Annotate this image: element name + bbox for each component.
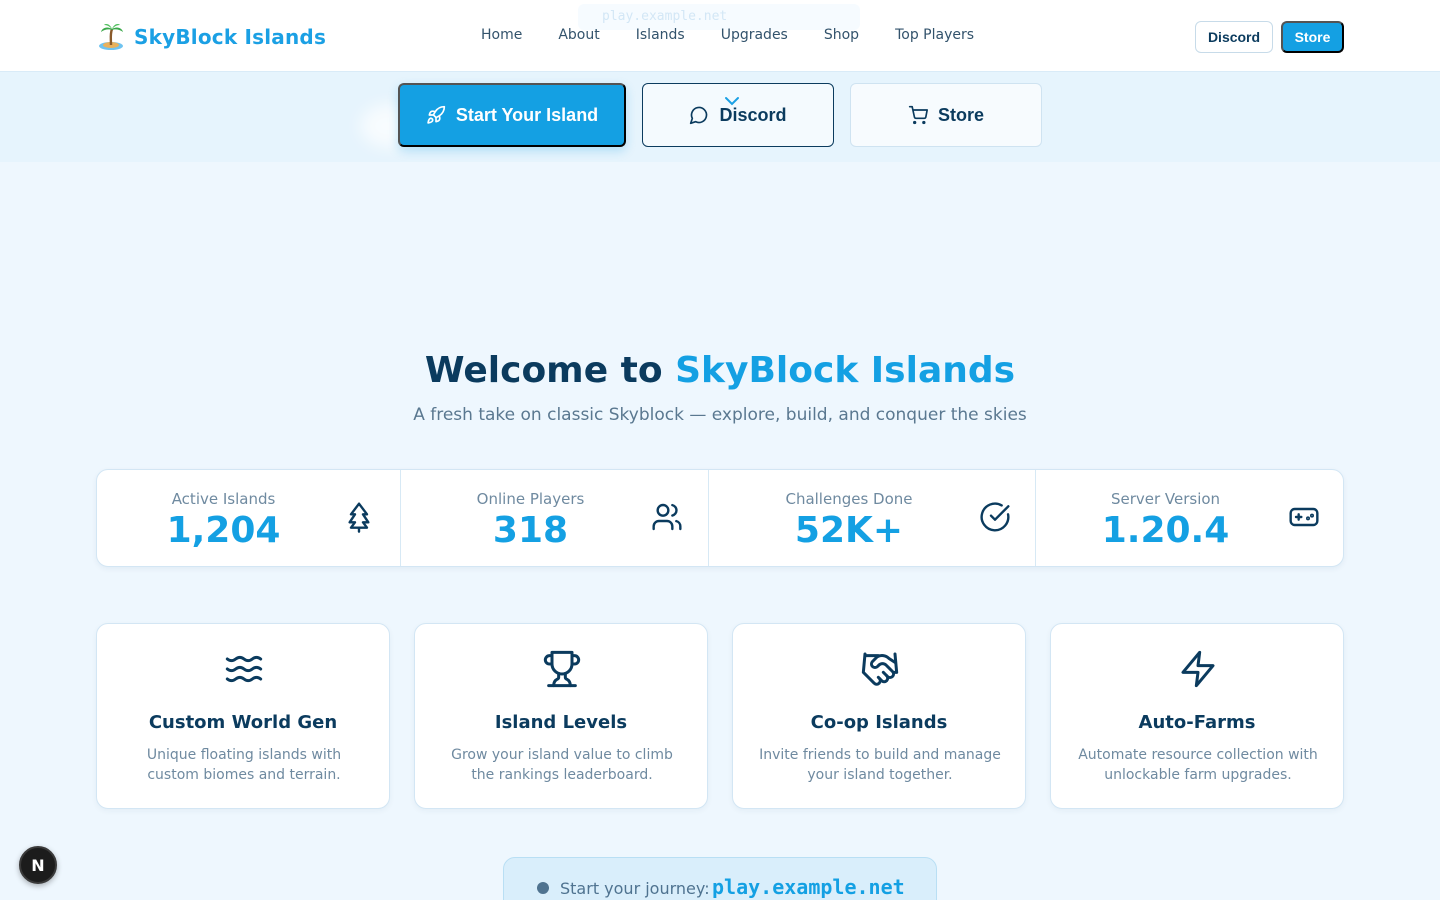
feature-title: Island Levels (494, 712, 628, 733)
welcome-prefix: Welcome to (424, 350, 676, 391)
hero-discord-label: Discord (719, 104, 787, 125)
feature-card-island-levels: Island Levels Grow your island value to … (414, 623, 708, 809)
server-address-bar[interactable]: Start your journey: play.example.net (503, 857, 937, 900)
start-island-label: Start Your Island (455, 104, 599, 125)
feature-description: Automate resource collection with unlock… (1078, 747, 1318, 783)
rocket-icon (427, 105, 445, 124)
welcome-subtitle: A fresh take on classic Skyblock — explo… (413, 405, 1027, 425)
tree-icon (348, 502, 370, 533)
nav-discord-button[interactable]: Discord (1195, 21, 1273, 53)
nav-link-home[interactable]: Home (481, 27, 522, 43)
welcome-highlight: SkyBlock Islands (675, 350, 1016, 391)
feature-description: Grow your island value to climb the rank… (451, 747, 673, 783)
nav-link-islands[interactable]: Islands (636, 27, 685, 43)
feature-title: Co-op Islands (810, 712, 948, 733)
brand-name: SkyBlock Islands (134, 25, 327, 49)
chat-bubble-icon (690, 106, 708, 125)
palm-island-icon (99, 24, 123, 50)
brand-home-link[interactable]: SkyBlock Islands (98, 22, 326, 52)
nav-link-top-players[interactable]: Top Players (895, 27, 974, 43)
feature-title: Custom World Gen (148, 712, 338, 733)
stat-value: 318 (492, 510, 569, 551)
nav-store-button[interactable]: Store (1281, 21, 1344, 53)
stat-label: Challenges Done (785, 490, 913, 508)
feature-card-co-op-islands: Co-op Islands Invite friends to build an… (732, 623, 1026, 809)
stat-challenges-done: Challenges Done 52K+ (708, 470, 1035, 566)
stat-label: Active Islands (171, 490, 276, 508)
stat-active-islands: Active Islands 1,204 (97, 470, 400, 566)
welcome-heading: Welcome to SkyBlock Islands (0, 350, 1440, 391)
trophy-icon (543, 650, 581, 688)
stat-online-players: Online Players 318 (400, 470, 708, 566)
stat-value: 52K+ (794, 510, 904, 551)
stat-value: 1.20.4 (1101, 510, 1230, 551)
check-circle-icon (980, 502, 1010, 532)
nav-link-about[interactable]: About (558, 27, 599, 43)
nav-link-shop[interactable]: Shop (824, 27, 859, 43)
hero-store-button[interactable]: Store (850, 83, 1042, 147)
start-island-button[interactable]: Start Your Island (398, 83, 626, 147)
waves-icon (225, 655, 263, 683)
server-address[interactable]: play.example.net (712, 875, 905, 899)
hero-store-label: Store (937, 104, 984, 125)
feature-card-auto-farms: Auto-Farms Automate resource collection … (1050, 623, 1344, 809)
status-dot (537, 882, 549, 894)
feature-description: Invite friends to build and manage your … (759, 747, 1001, 783)
nav-link-upgrades[interactable]: Upgrades (721, 27, 788, 43)
feature-card-custom-world-gen: Custom World Gen Unique floating islands… (96, 623, 390, 809)
stat-label: Online Players (476, 490, 585, 508)
users-icon (652, 503, 682, 531)
chevron-down-icon (725, 97, 739, 106)
journey-label: Start your journey: (560, 879, 710, 898)
feature-description: Unique floating islands with custom biom… (146, 747, 342, 783)
main-nav: Home About Islands Upgrades Shop Top Pla… (481, 27, 974, 43)
feature-title: Auto-Farms (1138, 712, 1256, 733)
cart-icon (908, 105, 928, 125)
stat-server-version: Server Version 1.20.4 (1035, 470, 1343, 566)
handshake-icon (861, 652, 899, 686)
lightning-icon (1181, 650, 1215, 688)
stat-value: 1,204 (166, 510, 281, 551)
top-navbar: play.example.net SkyBlock Islands Home A… (0, 0, 1440, 72)
stats-panel: Active Islands 1,204 Online Players 318 … (96, 469, 1344, 567)
stat-label: Server Version (1110, 490, 1221, 508)
hero-discord-button[interactable]: Discord (642, 83, 834, 147)
gamepad-icon (1289, 507, 1319, 527)
nextjs-dev-badge[interactable]: N (19, 846, 57, 884)
